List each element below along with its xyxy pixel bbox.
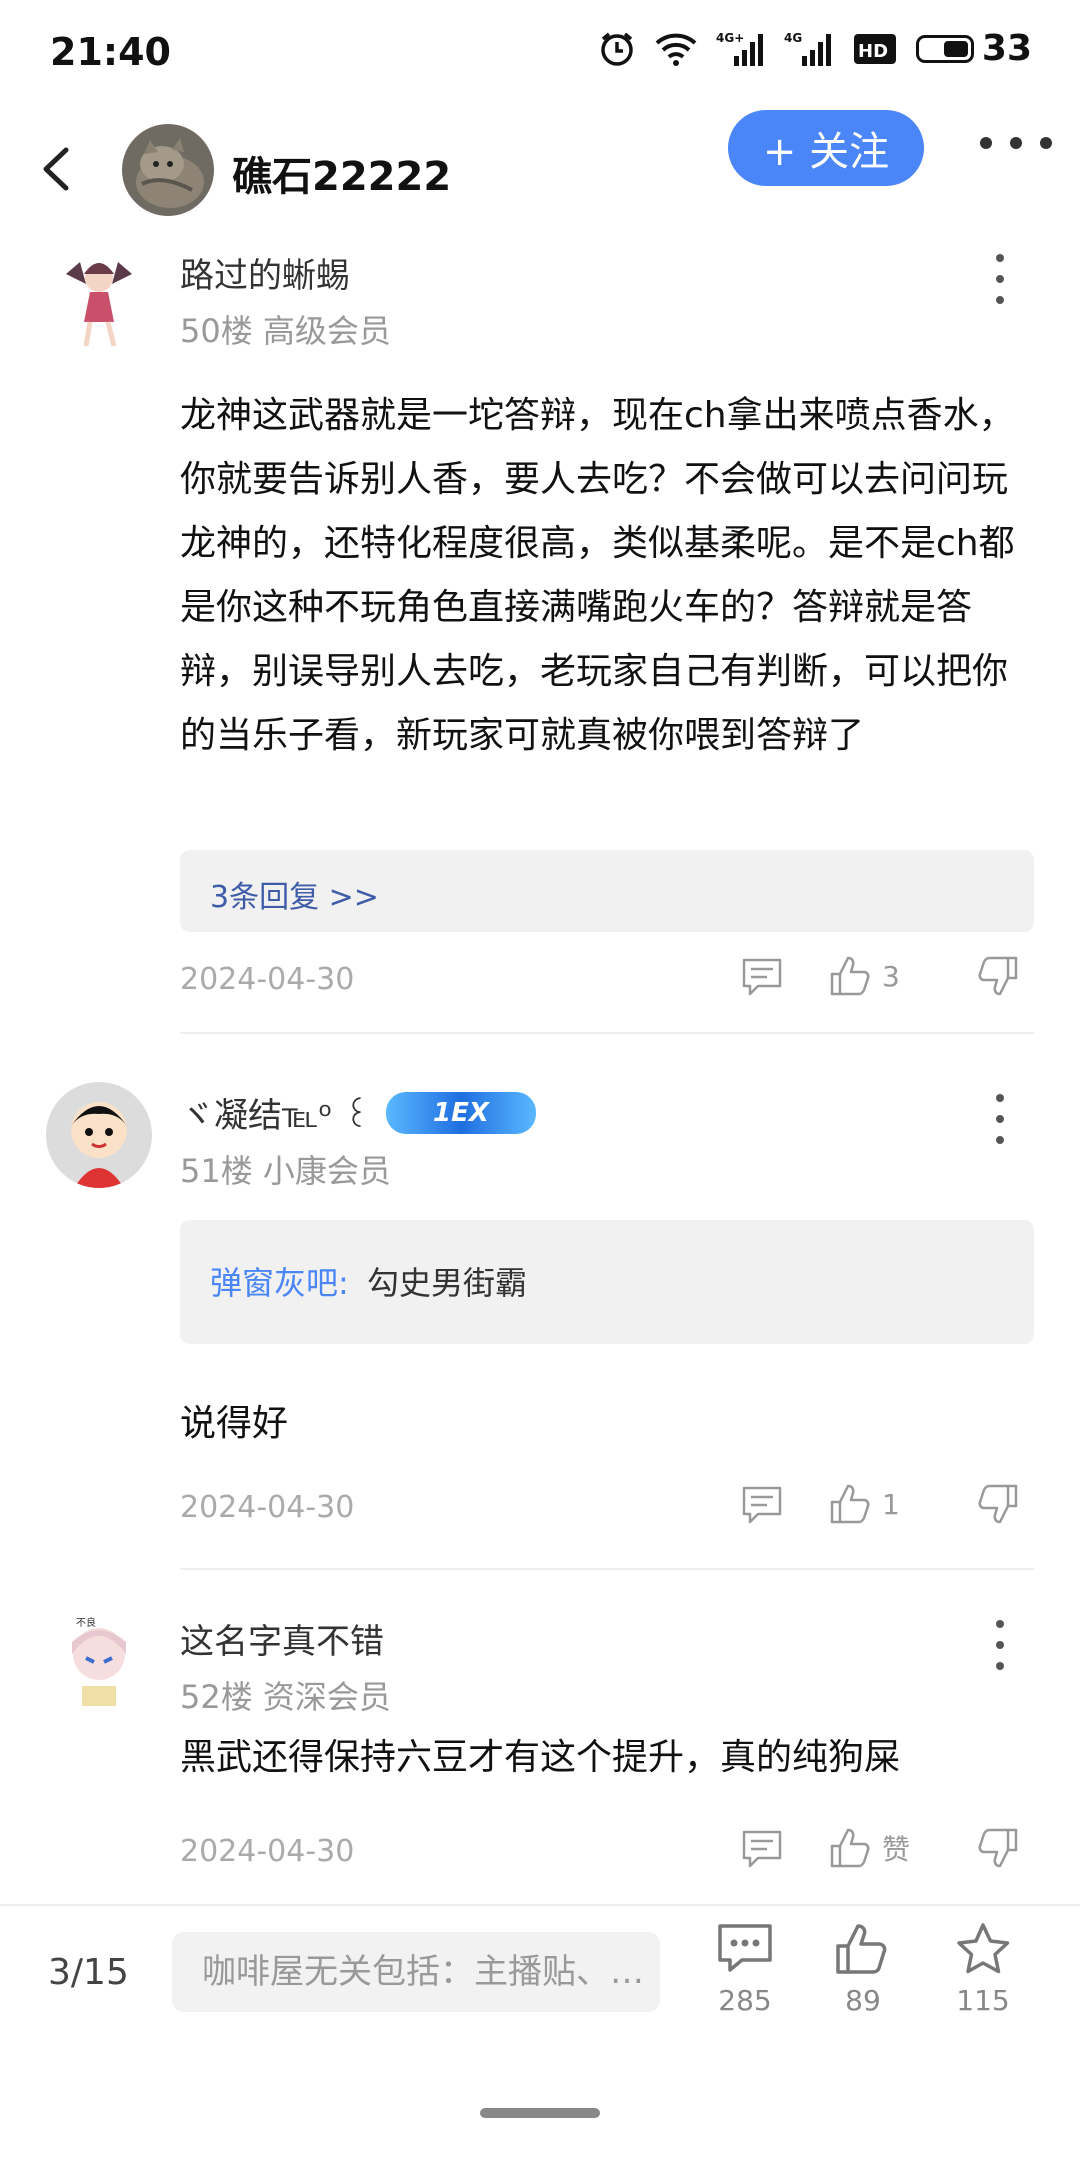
comment-bubble-icon (718, 1924, 772, 1972)
thumbs-up-icon (830, 1828, 870, 1868)
dislike-button[interactable] (976, 954, 1020, 998)
comment-username-text[interactable]: ヾ凝结℡ᵒ ꒰ (180, 1088, 370, 1137)
like-button[interactable]: 3 (828, 954, 900, 998)
bottom-action-bar: 3/15 咖啡屋无关包括：主播贴、… 285 89 115 (0, 1904, 1080, 2160)
comment-floor-52: 不良 这名字真不错 52楼 资深会员 黑武还得保持六豆才有这个提升，真的纯狗屎 … (0, 1568, 1080, 1904)
thumbs-up-icon (830, 956, 870, 996)
comment-menu-button[interactable] (988, 1094, 1012, 1144)
comment-avatar[interactable]: 不良 (46, 1610, 152, 1716)
comment-date: 2024-04-30 (180, 962, 355, 997)
comment-floor-meta: 51楼 小康会员 (180, 1152, 391, 1190)
like-count: 1 (882, 1487, 900, 1521)
svg-text:不良: 不良 (76, 1616, 96, 1629)
reply-button[interactable] (740, 1826, 784, 1870)
more-options-button[interactable] (980, 130, 1052, 156)
comment-floor-50: 路过的蜥蜴 50楼 高级会员 龙神这武器就是一坨答辩，现在ch拿出来喷点香水，你… (0, 234, 1080, 1034)
like-count: 3 (882, 959, 900, 993)
star-icon (957, 1923, 1010, 1974)
like-button[interactable]: 1 (828, 1482, 900, 1526)
comment-floor-51: ヾ凝结℡ᵒ ꒰ 1EX 51楼 小康会员 弹窗灰吧: 勾史男街霸 说得好 202… (0, 1034, 1080, 1570)
comment-menu-button[interactable] (988, 1620, 1012, 1670)
comment-floor-meta: 52楼 资深会员 (180, 1678, 391, 1716)
hd-icon: HD (852, 31, 898, 67)
comment-text: 说得好 (180, 1403, 289, 1444)
comment-actions: 3 (740, 954, 1040, 1004)
dislike-button[interactable] (976, 1826, 1020, 1870)
comment-icon (742, 1486, 782, 1524)
comment-actions: 赞 (740, 1826, 1040, 1876)
reply-button[interactable] (740, 1482, 784, 1526)
chevron-left-icon (43, 147, 69, 191)
thumbs-up-icon (836, 1924, 887, 1974)
comments-button[interactable]: 285 (700, 1922, 790, 2017)
thumbs-down-icon (978, 956, 1018, 996)
battery-icon: 33 (915, 28, 1032, 69)
comments-count: 285 (718, 1984, 772, 2017)
thread-header: 礁石22222 + 关注 (0, 104, 1080, 234)
status-time: 21:40 (50, 30, 171, 74)
signal-4g-icon: 4G+ (716, 30, 766, 68)
signal-4g-icon: 4G (784, 30, 834, 68)
battery-level: 33 (981, 28, 1032, 69)
page-indicator[interactable]: 3/15 (48, 1952, 129, 1993)
dot-icon (1010, 137, 1022, 149)
comment-icon (742, 1830, 782, 1868)
thumbs-down-icon (978, 1484, 1018, 1524)
alarm-icon (598, 30, 636, 68)
reply-input[interactable]: 咖啡屋无关包括：主播贴、… (172, 1932, 660, 2012)
comment-avatar[interactable] (46, 244, 152, 350)
like-thread-button[interactable]: 89 (818, 1922, 908, 2017)
comment-menu-button[interactable] (988, 254, 1012, 304)
home-indicator[interactable] (480, 2108, 600, 2118)
reply-button[interactable] (740, 954, 784, 998)
status-bar: 21:40 4G+ 4G HD 33 (0, 0, 1080, 104)
view-replies-link[interactable]: 3条回复 >> (210, 872, 379, 916)
quoted-author[interactable]: 弹窗灰吧: (210, 1264, 349, 1302)
comment-username[interactable]: 这名字真不错 (180, 1614, 384, 1663)
back-button[interactable] (36, 144, 76, 194)
svg-text:4G: 4G (784, 31, 802, 45)
favorite-button[interactable]: 115 (938, 1922, 1028, 2017)
comment-text: 龙神这武器就是一坨答辩，现在ch拿出来喷点香水，你就要告诉别人香，要人去吃？不会… (180, 395, 1015, 756)
quoted-reply: 弹窗灰吧: 勾史男街霸 (210, 1258, 527, 1304)
dislike-button[interactable] (976, 1482, 1020, 1526)
thumbs-down-icon (978, 1828, 1018, 1868)
author-name[interactable]: 礁石22222 (232, 144, 451, 202)
svg-text:4G+: 4G+ (716, 31, 744, 45)
author-avatar[interactable] (122, 124, 214, 216)
quoted-reply-box[interactable]: 弹窗灰吧: 勾史男街霸 (180, 1220, 1034, 1344)
comment-date: 2024-04-30 (180, 1490, 355, 1525)
status-icons: 4G+ 4G HD 33 (598, 28, 1032, 69)
comment-floor-meta: 50楼 高级会员 (180, 312, 391, 350)
dot-icon (1040, 137, 1052, 149)
likes-count: 89 (845, 1984, 881, 2017)
like-count: 赞 (882, 1833, 911, 1866)
reply-summary-box[interactable]: 3条回复 >> (180, 850, 1034, 932)
svg-text:HD: HD (858, 41, 888, 62)
comment-avatar[interactable] (46, 1082, 152, 1188)
follow-button[interactable]: + 关注 (728, 110, 924, 186)
comment-username[interactable]: ヾ凝结℡ᵒ ꒰ 1EX (180, 1088, 536, 1137)
like-button[interactable]: 赞 (828, 1826, 910, 1870)
quoted-text: 勾史男街霸 (366, 1264, 527, 1302)
thumbs-up-icon (830, 1484, 870, 1524)
comment-icon (742, 958, 782, 996)
favorites-count: 115 (956, 1984, 1010, 2017)
comment-actions: 1 (740, 1482, 1040, 1532)
comment-username[interactable]: 路过的蜥蜴 (180, 248, 350, 297)
comment-date: 2024-04-30 (180, 1834, 355, 1869)
level-badge: 1EX (385, 1091, 536, 1134)
dot-icon (980, 137, 992, 149)
comment-text: 黑武还得保持六豆才有这个提升，真的纯狗屎 (180, 1737, 901, 1778)
wifi-icon (654, 31, 698, 67)
